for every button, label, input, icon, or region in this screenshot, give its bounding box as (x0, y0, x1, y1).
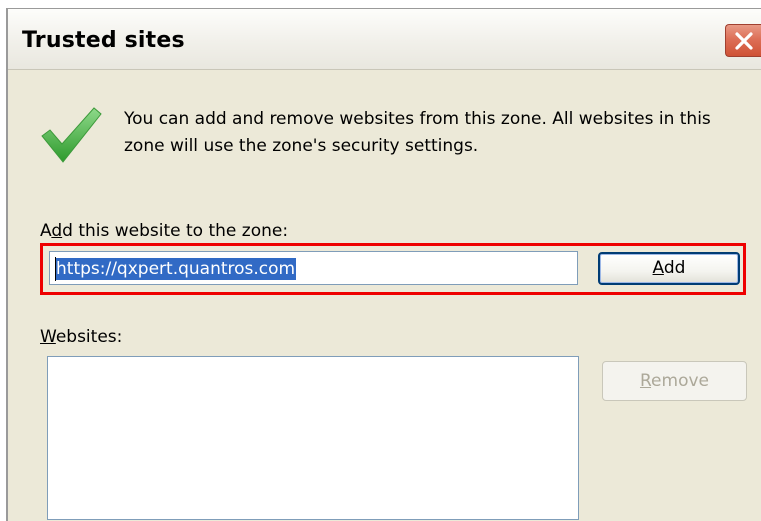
text-caret (55, 257, 56, 281)
check-icon (41, 107, 102, 163)
close-icon (735, 32, 753, 50)
websites-list[interactable] (47, 356, 579, 520)
title-bar[interactable]: Trusted sites (8, 9, 761, 70)
zone-description: You can add and remove websites from thi… (124, 109, 711, 156)
add-button[interactable]: Add (598, 252, 740, 285)
dialog-title: Trusted sites (22, 28, 185, 53)
close-button[interactable] (725, 24, 761, 57)
website-url-input[interactable]: https://qxpert.quantros.com (49, 251, 578, 285)
trusted-sites-dialog: Trusted sites You can add and remove web… (6, 8, 761, 521)
url-input-value: https://qxpert.quantros.com (55, 258, 297, 280)
add-website-label: Add this website to the zone: (40, 221, 289, 241)
websites-label: Websites: (40, 327, 123, 347)
remove-button: Remove (602, 361, 747, 401)
